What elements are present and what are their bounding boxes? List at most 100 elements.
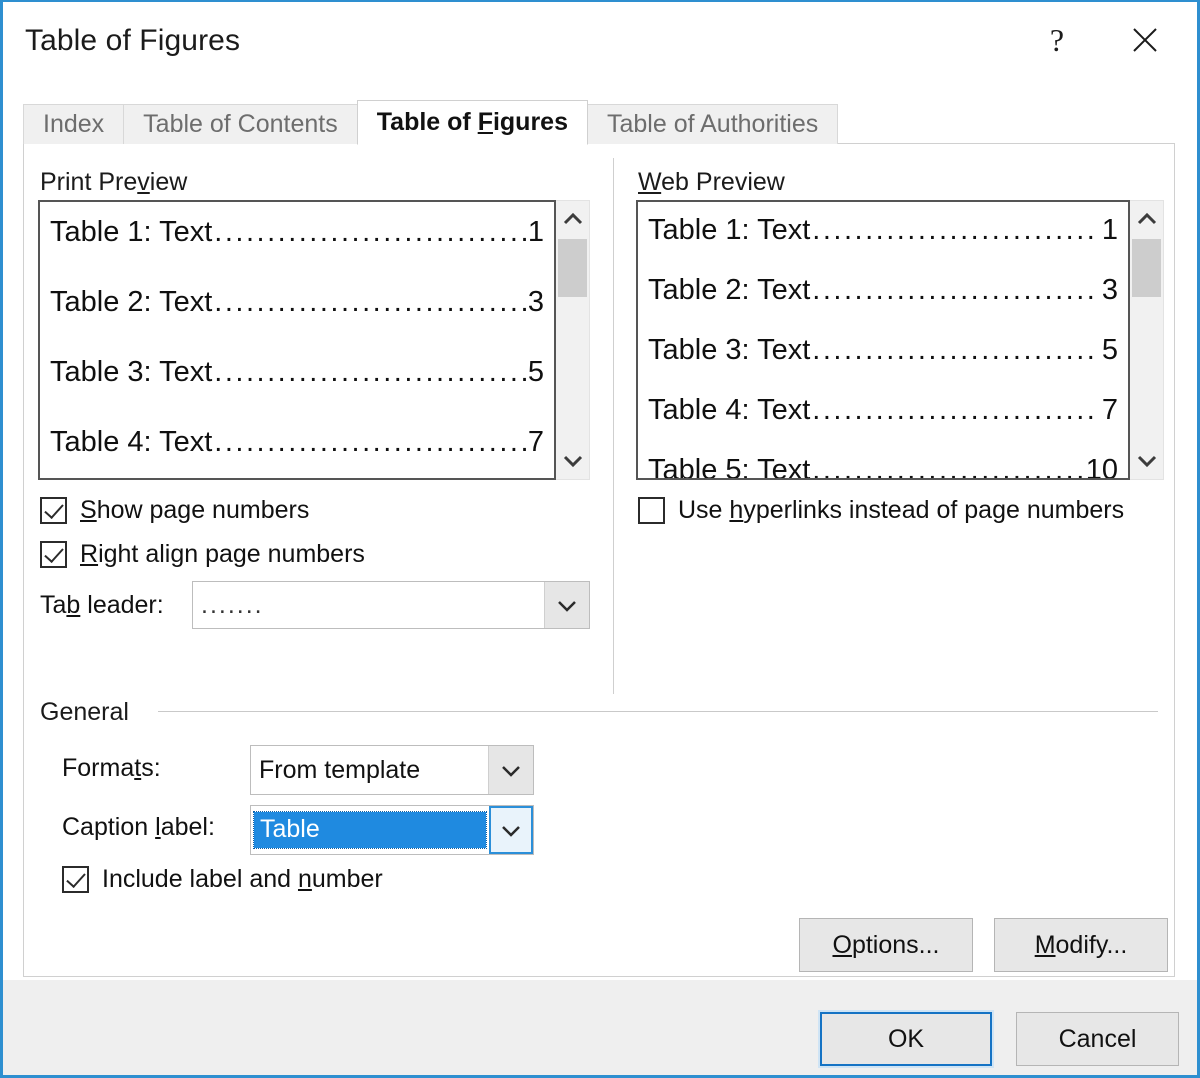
ok-button[interactable]: OK	[820, 1012, 992, 1066]
cancel-button[interactable]: Cancel	[1016, 1012, 1179, 1066]
help-button[interactable]: ?	[1029, 14, 1085, 66]
checkbox-indicator[interactable]	[40, 497, 67, 524]
chevron-down-icon[interactable]	[489, 806, 533, 854]
use-hyperlinks-label: Use hyperlinks instead of page numbers	[678, 496, 1124, 525]
chevron-down-icon[interactable]	[544, 582, 589, 628]
dialog-footer: OK Cancel	[3, 979, 1197, 1075]
leader-dots: ........................................…	[214, 358, 526, 387]
preview-caption: Table 3: Text	[50, 358, 212, 387]
tab-table-of-contents[interactable]: Table of Contents	[123, 104, 358, 144]
dialog-title: Table of Figures	[25, 24, 240, 58]
print-preview-line: Table 2: Text ..........................…	[50, 288, 544, 317]
close-button[interactable]	[1117, 14, 1173, 66]
leader-dots: ........................................…	[812, 276, 1100, 305]
tab-table-of-authorities-label: Table of Authorities	[607, 110, 818, 139]
general-group-label: General	[40, 698, 129, 727]
leader-dots: ........................................…	[214, 218, 526, 247]
preview-page-number: 7	[528, 428, 544, 457]
close-x-icon	[1130, 25, 1160, 55]
preview-page-number: 5	[528, 358, 544, 387]
formats-combobox[interactable]: From template	[250, 745, 534, 795]
formats-label: Formats:	[62, 754, 161, 783]
scrollbar-thumb[interactable]	[558, 239, 587, 297]
right-align-page-numbers-checkbox[interactable]: Right align page numbers	[40, 540, 365, 569]
question-mark-icon: ?	[1050, 24, 1064, 56]
chevron-down-icon[interactable]	[556, 445, 589, 477]
print-preview-label: Print Preview	[40, 168, 187, 197]
preview-caption: Table 4: Text	[648, 396, 810, 425]
web-preview-label: Web Preview	[638, 168, 785, 197]
cancel-button-label: Cancel	[1059, 1025, 1137, 1054]
tab-leader-combobox[interactable]: .......	[192, 581, 590, 629]
include-label-and-number-label: Include label and number	[102, 865, 383, 894]
tab-content-panel: Print Preview Table 1: Text ............…	[23, 143, 1175, 977]
web-preview-line: Table 2: Text ..........................…	[648, 276, 1118, 305]
web-preview-line: Table 4: Text ..........................…	[648, 396, 1118, 425]
preview-page-number: 3	[1102, 276, 1118, 305]
tab-table-of-figures-label: Table of Figures	[377, 108, 568, 137]
print-preview-scrollbar[interactable]	[556, 200, 590, 480]
preview-page-number: 5	[1102, 336, 1118, 365]
use-hyperlinks-checkbox[interactable]: Use hyperlinks instead of page numbers	[638, 496, 1124, 525]
web-preview-region: Table 1: Text ..........................…	[636, 200, 1164, 480]
dialog-titlebar: Table of Figures ?	[3, 2, 1197, 80]
preview-page-number: 1	[1102, 216, 1118, 245]
options-button[interactable]: Options...	[799, 918, 973, 972]
leader-dots: ........................................…	[214, 288, 526, 317]
tab-index-label: Index	[43, 110, 104, 139]
ok-button-label: OK	[888, 1025, 924, 1054]
preview-page-number: 3	[528, 288, 544, 317]
preview-caption: Table 2: Text	[648, 276, 810, 305]
include-label-and-number-checkbox[interactable]: Include label and number	[62, 865, 383, 894]
modify-button[interactable]: Modify...	[994, 918, 1168, 972]
tab-table-of-figures[interactable]: Table of Figures	[357, 100, 588, 145]
preview-caption: Table 2: Text	[50, 288, 212, 317]
preview-caption: Table 3: Text	[648, 336, 810, 365]
tab-leader-value[interactable]: .......	[193, 582, 544, 628]
checkbox-indicator[interactable]	[62, 866, 89, 893]
preview-caption: Table 5: Text	[648, 456, 810, 480]
chevron-up-icon[interactable]	[1130, 203, 1163, 235]
print-preview-line: Table 3: Text ..........................…	[50, 358, 544, 387]
tab-leader-label: Tab leader:	[40, 591, 164, 620]
preview-caption: Table 1: Text	[648, 216, 810, 245]
preview-page-number: 7	[1102, 396, 1118, 425]
show-page-numbers-checkbox[interactable]: Show page numbers	[40, 496, 309, 525]
dialog-tabs: Index Table of Contents Table of Figures…	[23, 100, 837, 144]
scrollbar-thumb[interactable]	[1132, 239, 1161, 297]
tab-index[interactable]: Index	[23, 104, 124, 144]
general-group-rule	[158, 711, 1158, 712]
tab-table-of-authorities[interactable]: Table of Authorities	[587, 104, 838, 144]
print-preview-box[interactable]: Table 1: Text ..........................…	[38, 200, 556, 480]
preview-page-number: 1	[528, 218, 544, 247]
column-separator	[613, 158, 614, 694]
leader-dots: ........................................…	[214, 428, 526, 457]
preview-caption: Table 4: Text	[50, 428, 212, 457]
show-page-numbers-label: Show page numbers	[80, 496, 309, 525]
caption-label-value[interactable]: Table	[251, 806, 489, 854]
chevron-down-icon[interactable]	[488, 746, 533, 794]
chevron-up-icon[interactable]	[556, 203, 589, 235]
web-preview-scrollbar[interactable]	[1130, 200, 1164, 480]
leader-dots: ........................................…	[812, 456, 1083, 480]
preview-caption: Table 1: Text	[50, 218, 212, 247]
chevron-down-icon[interactable]	[1130, 445, 1163, 477]
leader-dots: ........................................…	[812, 336, 1100, 365]
modify-button-label: Modify...	[1035, 931, 1128, 960]
web-preview-line: Table 1: Text ..........................…	[648, 216, 1118, 245]
web-preview-box[interactable]: Table 1: Text ..........................…	[636, 200, 1130, 480]
leader-dots: ........................................…	[812, 216, 1100, 245]
web-preview-line: Table 5: Text ..........................…	[648, 456, 1118, 480]
options-button-label: Options...	[832, 931, 939, 960]
formats-value[interactable]: From template	[251, 746, 488, 794]
print-preview-region: Table 1: Text ..........................…	[38, 200, 590, 480]
right-align-page-numbers-label: Right align page numbers	[80, 540, 365, 569]
table-of-figures-dialog: Table of Figures ? Index Table of Conten…	[0, 0, 1200, 1078]
caption-label-combobox[interactable]: Table	[250, 805, 534, 855]
preview-page-number: 10	[1086, 456, 1118, 480]
caption-label-label: Caption label:	[62, 813, 215, 842]
checkbox-indicator[interactable]	[638, 497, 665, 524]
caption-label-selected-text: Table	[254, 812, 486, 848]
checkbox-indicator[interactable]	[40, 541, 67, 568]
tab-table-of-contents-label: Table of Contents	[143, 110, 338, 139]
